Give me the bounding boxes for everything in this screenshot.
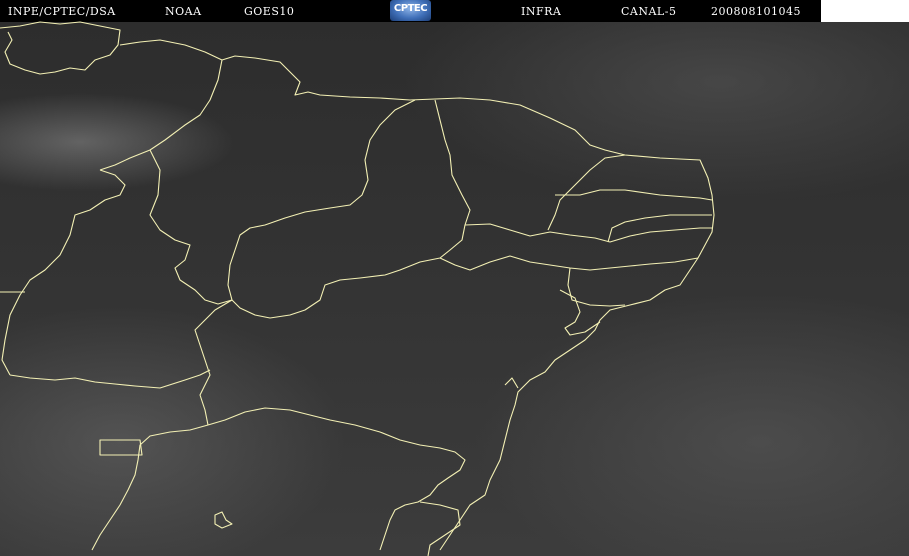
border-island-1	[214, 511, 233, 529]
border-rn	[547, 154, 626, 231]
border-ba-west	[194, 299, 233, 426]
border-al-se	[559, 289, 601, 336]
border-ma-to	[149, 149, 233, 305]
coast-north	[119, 39, 715, 551]
border-ce-south	[464, 223, 712, 243]
border-mg-es	[419, 501, 461, 556]
border-pi-ce	[231, 99, 471, 319]
border-pe-al	[567, 267, 626, 307]
border-pa-ma	[99, 59, 223, 171]
border-northwest	[0, 21, 121, 75]
border-go-mg	[91, 424, 209, 551]
border-west-1	[1, 169, 126, 376]
border-df	[99, 439, 143, 456]
border-mt-go	[9, 369, 211, 389]
border-island-2	[504, 377, 519, 389]
border-ma-pi	[227, 99, 416, 301]
border-rn-pb	[555, 189, 713, 201]
border-lines	[0, 21, 715, 556]
border-pe	[439, 255, 699, 271]
border-ba-south	[207, 407, 466, 551]
